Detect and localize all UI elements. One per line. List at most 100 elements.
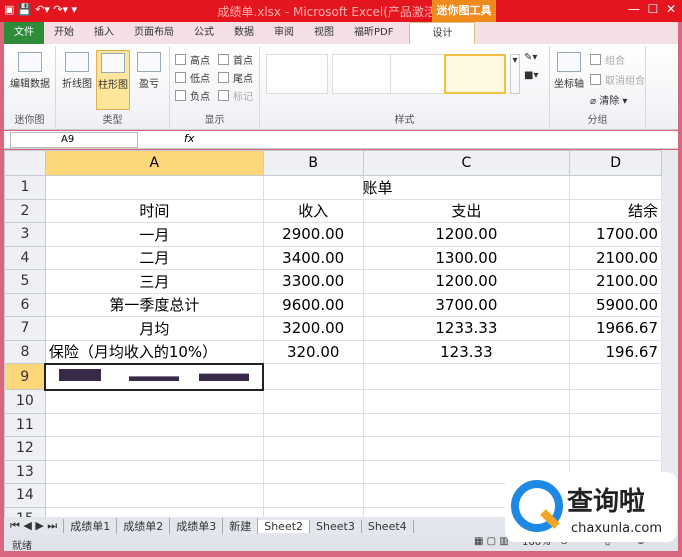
cell[interactable]: 第一季度总计 <box>44 292 264 317</box>
column-header-c[interactable]: C <box>362 150 571 176</box>
cell[interactable]: 3400.00 <box>262 245 364 270</box>
cell[interactable] <box>262 506 364 517</box>
row-header[interactable]: 11 <box>4 412 46 437</box>
sparkline-color-icon[interactable]: ✎▾ <box>524 52 537 63</box>
name-box[interactable]: A9 <box>10 132 138 148</box>
style-swatch-2[interactable] <box>332 54 394 94</box>
cell[interactable]: 结余 <box>569 198 662 223</box>
tab-page-layout[interactable]: 页面布局 <box>124 22 184 44</box>
column-header-d[interactable]: D <box>569 150 662 176</box>
cell[interactable]: 1233.33 <box>362 316 571 341</box>
cell[interactable] <box>44 483 264 508</box>
cell[interactable]: 月均 <box>44 316 264 341</box>
row-header[interactable]: 5 <box>4 269 46 294</box>
style-swatch-3[interactable] <box>390 54 452 94</box>
cell[interactable]: 时间 <box>44 198 264 223</box>
cell[interactable] <box>262 412 364 437</box>
tab-view[interactable]: 视图 <box>304 22 344 44</box>
cell[interactable]: 1200.00 <box>362 269 571 294</box>
axis-button[interactable]: 坐标轴 <box>552 52 586 90</box>
cell[interactable] <box>44 436 264 461</box>
low-point-checkbox[interactable]: 低点 <box>175 70 210 85</box>
select-all[interactable] <box>4 150 46 176</box>
clear-button[interactable]: ⌀ 清除 ▾ <box>590 92 627 107</box>
cell[interactable]: 三月 <box>44 269 264 294</box>
cell[interactable]: 1200.00 <box>362 222 571 247</box>
cell[interactable]: 2100.00 <box>569 245 662 270</box>
cell[interactable]: 3300.00 <box>262 269 364 294</box>
row-header[interactable]: 7 <box>4 316 46 341</box>
line-type-button[interactable]: 折线图 <box>60 52 94 90</box>
row-header[interactable]: 8 <box>4 339 46 364</box>
marker-color-icon[interactable]: ■▾ <box>524 70 538 81</box>
cell[interactable]: 9600.00 <box>262 292 364 317</box>
cell[interactable]: 3200.00 <box>262 316 364 341</box>
cell[interactable]: 支出 <box>362 198 571 223</box>
sheet-tab[interactable]: 成绩单2 <box>117 518 171 534</box>
tab-data[interactable]: 数据 <box>224 22 264 44</box>
row-header[interactable]: 12 <box>4 436 46 461</box>
ungroup-button[interactable]: 取消组合 <box>590 72 645 87</box>
sparkline-cell[interactable] <box>44 362 265 391</box>
tab-insert[interactable]: 插入 <box>84 22 124 44</box>
column-header-b[interactable]: B <box>262 150 364 176</box>
sheet-tab[interactable]: 成绩单1 <box>64 518 118 534</box>
style-swatch-1[interactable] <box>266 54 328 94</box>
cell[interactable] <box>569 389 662 414</box>
first-point-checkbox[interactable]: 首点 <box>218 52 253 67</box>
sheet-tab[interactable]: 新建 <box>223 518 259 534</box>
edit-data-button[interactable]: 编辑数据 <box>8 52 52 90</box>
cell[interactable] <box>44 389 264 414</box>
row-header[interactable]: 9 <box>4 363 46 390</box>
column-type-button[interactable]: 柱形图 <box>96 50 130 110</box>
cell[interactable]: 收入 <box>262 198 364 223</box>
cell[interactable]: 2100.00 <box>569 269 662 294</box>
row-header[interactable]: 14 <box>4 483 46 508</box>
tab-review[interactable]: 审阅 <box>264 22 304 44</box>
cell[interactable] <box>569 436 662 461</box>
cell[interactable]: 2900.00 <box>262 222 364 247</box>
cell[interactable]: 1700.00 <box>569 222 662 247</box>
cell[interactable] <box>362 363 571 390</box>
cell[interactable] <box>569 175 662 200</box>
cell[interactable] <box>569 363 662 390</box>
cell[interactable]: 3700.00 <box>362 292 571 317</box>
cell[interactable] <box>44 459 264 484</box>
cell[interactable] <box>44 412 264 437</box>
cell[interactable] <box>362 436 571 461</box>
row-header[interactable]: 6 <box>4 292 46 317</box>
cell[interactable]: 1966.67 <box>569 316 662 341</box>
cell[interactable] <box>262 436 364 461</box>
cell[interactable] <box>569 412 662 437</box>
row-header[interactable]: 15 <box>4 506 46 517</box>
cell[interactable] <box>262 459 364 484</box>
row-header[interactable]: 13 <box>4 459 46 484</box>
sheet-tab[interactable]: Sheet4 <box>362 519 414 533</box>
view-buttons[interactable]: ▦ ▢ ▥ <box>474 536 509 547</box>
cell[interactable]: 5900.00 <box>569 292 662 317</box>
cell[interactable]: 二月 <box>44 245 264 270</box>
sheet-tab[interactable]: Sheet3 <box>310 519 362 533</box>
cell[interactable]: 保险（月均收入的10%） <box>44 339 264 364</box>
winloss-type-button[interactable]: 盈亏 <box>132 52 166 90</box>
style-more-button[interactable]: ▾ <box>510 54 520 94</box>
cell[interactable]: 1300.00 <box>362 245 571 270</box>
window-controls[interactable]: — ☐ ✕ <box>628 2 676 16</box>
cell[interactable]: 一月 <box>44 222 264 247</box>
style-swatch-4[interactable] <box>444 54 506 94</box>
cell[interactable]: 196.67 <box>569 339 662 364</box>
vertical-scrollbar[interactable] <box>662 150 678 517</box>
cell[interactable] <box>44 175 264 200</box>
row-header[interactable]: 4 <box>4 245 46 270</box>
sheet-nav-buttons[interactable]: ⏮ ◀ ▶ ⏭ <box>4 519 65 533</box>
row-header[interactable]: 1 <box>4 175 46 200</box>
cell[interactable]: 123.33 <box>362 339 571 364</box>
tab-file[interactable]: 文件 <box>4 22 44 44</box>
cell[interactable] <box>362 175 571 200</box>
group-button[interactable]: 组合 <box>590 52 625 67</box>
cell[interactable]: 账单 <box>292 175 394 200</box>
cell[interactable] <box>262 483 364 508</box>
cell[interactable] <box>262 363 364 390</box>
cell[interactable]: 320.00 <box>262 339 364 364</box>
negative-point-checkbox[interactable]: 负点 <box>175 88 210 103</box>
